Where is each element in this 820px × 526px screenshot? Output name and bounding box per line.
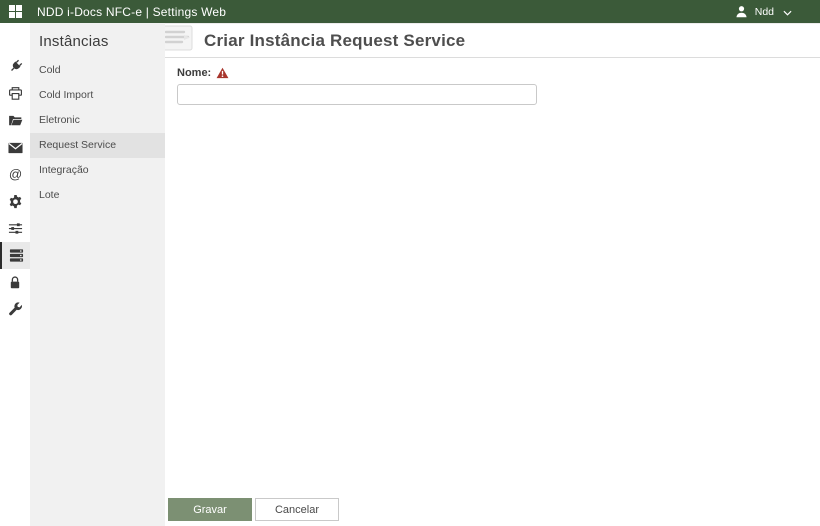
sidebar-item-eletronic[interactable]: Eletronic [30, 108, 165, 133]
rail-item-preferences[interactable] [0, 215, 30, 242]
lock-icon [8, 275, 22, 290]
save-button[interactable]: Gravar [168, 498, 252, 521]
sliders-icon [8, 221, 23, 236]
icon-rail: @ [0, 23, 30, 526]
user-name: Ndd [754, 5, 774, 18]
sidebar-item-request-service[interactable]: Request Service [30, 133, 165, 158]
user-menu[interactable]: Ndd [735, 3, 820, 21]
app-grid-button[interactable] [0, 0, 30, 23]
required-warning-icon [216, 67, 229, 79]
sidebar-heading: Instâncias [39, 33, 109, 50]
page-header: Criar Instância Request Service [165, 24, 820, 58]
rail-item-settings[interactable] [0, 188, 30, 215]
cancel-button[interactable]: Cancelar [255, 498, 339, 521]
sidebar-item-integracao[interactable]: Integração [30, 158, 165, 183]
document-stack-icon [165, 24, 196, 57]
app-grid-icon [8, 5, 22, 18]
page-title: Criar Instância Request Service [204, 30, 466, 50]
sidebar-item-cold[interactable]: Cold [30, 58, 165, 83]
name-input[interactable] [177, 84, 537, 105]
rail-item-instances[interactable] [0, 242, 30, 269]
chevron-down-icon [783, 3, 792, 21]
instances-sidebar: Instâncias Cold Cold Import Eletronic Re… [30, 23, 165, 526]
server-stack-icon [9, 248, 24, 263]
main-content: Criar Instância Request Service Nome: Gr… [165, 23, 820, 526]
rail-item-tools[interactable] [0, 296, 30, 323]
form-actions: Gravar Cancelar [168, 498, 339, 521]
svg-text:@: @ [8, 167, 21, 182]
rail-item-mail[interactable] [0, 134, 30, 161]
rail-item-security[interactable] [0, 269, 30, 296]
instance-form: Nome: [165, 58, 820, 105]
plug-icon [8, 59, 23, 74]
mail-icon [7, 142, 23, 154]
folder-open-icon [8, 113, 23, 128]
rail-item-printer[interactable] [0, 80, 30, 107]
sidebar-item-cold-import[interactable]: Cold Import [30, 83, 165, 108]
printer-icon [8, 86, 23, 101]
at-sign-icon: @ [8, 167, 23, 182]
wrench-icon [8, 302, 23, 317]
gear-icon [8, 194, 23, 209]
top-bar: NDD i-Docs NFC-e | Settings Web Ndd [0, 0, 820, 23]
user-icon [735, 5, 748, 18]
rail-item-files[interactable] [0, 107, 30, 134]
sidebar-item-lote[interactable]: Lote [30, 183, 165, 208]
rail-item-at[interactable]: @ [0, 161, 30, 188]
rail-item-connections[interactable] [0, 53, 30, 80]
name-label: Nome: [177, 67, 212, 79]
app-title: NDD i-Docs NFC-e | Settings Web [37, 4, 227, 19]
